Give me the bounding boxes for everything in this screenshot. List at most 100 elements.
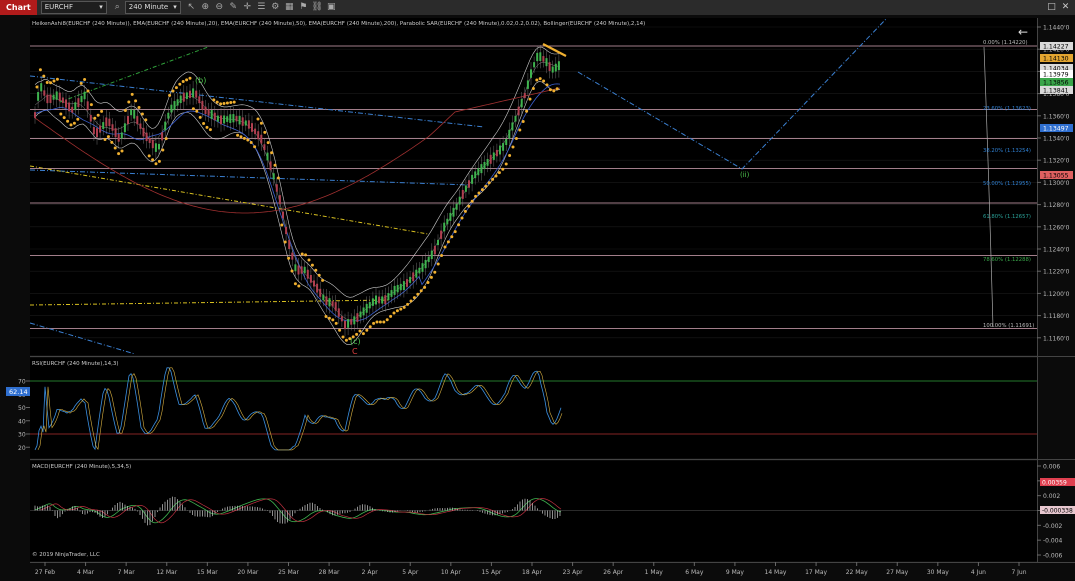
candle-body <box>353 316 356 325</box>
candle-body <box>105 117 108 127</box>
candle-body <box>396 284 399 293</box>
candle-body <box>480 164 483 174</box>
sar-dot <box>66 119 70 123</box>
time-axis-label: 23 Apr <box>563 569 583 576</box>
link-icon[interactable]: ⛓ <box>311 0 324 15</box>
fib-level-label: 61.80% (1.12657) <box>983 214 1031 220</box>
sar-dot <box>341 335 345 339</box>
price-axis-label: 1.1340'0 <box>1043 136 1070 143</box>
candle-body <box>334 302 337 311</box>
instrument-selector[interactable]: EURCHF ▾ <box>40 1 107 14</box>
candle-body <box>347 319 350 328</box>
sar-dot <box>429 275 433 279</box>
candle-body <box>86 101 89 111</box>
time-axis-label: 9 May <box>726 569 745 576</box>
sar-dot <box>504 162 508 166</box>
candle-body <box>393 285 396 295</box>
candle-body <box>65 99 67 108</box>
wave-label-c-upper: C <box>352 347 358 356</box>
candle-body <box>235 116 238 122</box>
candle-body <box>356 313 359 322</box>
candle-body <box>61 97 64 103</box>
back-arrow-icon[interactable]: ← <box>1018 25 1028 39</box>
candle-body <box>455 203 458 210</box>
crosshair-icon[interactable]: ✛ <box>241 0 254 15</box>
candle-body <box>322 294 325 301</box>
close-icon[interactable]: ✕ <box>1059 0 1072 15</box>
data-box-icon[interactable]: ▦ <box>283 0 296 15</box>
candle-body <box>92 126 95 135</box>
candle-body <box>223 115 226 124</box>
sar-dot <box>242 136 246 140</box>
candle-body <box>247 120 250 129</box>
sar-dot <box>263 130 267 134</box>
candle-body <box>412 272 415 282</box>
sar-dot <box>198 115 202 119</box>
rsi-value-tag: 62.14 <box>9 388 28 396</box>
sar-dot <box>304 253 308 257</box>
time-axis-label: 17 May <box>805 569 827 576</box>
sar-dot <box>137 105 141 109</box>
sar-dot <box>487 181 491 185</box>
candle-body <box>371 298 374 306</box>
sar-dot <box>314 268 318 272</box>
sar-dot <box>86 89 90 93</box>
candle-body <box>216 115 219 122</box>
instrument-dropdown-icon[interactable]: ▾ <box>99 2 103 13</box>
interval-dropdown-icon[interactable]: ▾ <box>173 2 177 13</box>
candle-body <box>359 311 362 318</box>
sar-dot <box>191 107 195 111</box>
save-icon[interactable]: ▣ <box>325 0 338 15</box>
sar-dot <box>307 258 311 262</box>
candle-body <box>486 159 489 166</box>
strategy-icon[interactable]: ⚙ <box>269 0 282 15</box>
candle-body <box>226 116 229 122</box>
chart-toolbar: Chart EURCHF ▾ ⌕ 240 Minute ▾ ↖ ⊕ ⊖ ✎ ✛ … <box>0 0 1075 16</box>
zoom-in-icon[interactable]: ⊕ <box>199 0 212 15</box>
time-axis-label: 6 May <box>685 569 704 576</box>
sar-dot <box>181 79 185 83</box>
sar-dot <box>321 278 325 282</box>
candle-body <box>210 109 213 119</box>
sar-dot <box>178 82 182 86</box>
candle-body <box>542 56 545 62</box>
sar-dot <box>409 299 413 303</box>
sar-dot <box>232 100 236 104</box>
sar-dot <box>317 273 321 277</box>
sar-dot <box>433 270 437 274</box>
sar-dot <box>62 116 66 120</box>
candle-body <box>161 132 164 141</box>
candle-body <box>220 115 222 125</box>
drawing-tool-icon[interactable]: ✎ <box>227 0 240 15</box>
price-axis-label: 1.1440'0 <box>1043 25 1070 32</box>
candle-body <box>406 279 408 287</box>
candle-body <box>517 106 520 116</box>
maximize-icon[interactable]: □ <box>1045 0 1058 15</box>
interval-selector[interactable]: 240 Minute ▾ <box>124 1 181 14</box>
zoom-out-icon[interactable]: ⊖ <box>213 0 226 15</box>
candle-body <box>523 92 526 99</box>
chart-tab[interactable]: Chart <box>0 0 37 15</box>
time-axis-label: 5 Apr <box>402 569 419 576</box>
time-axis-label: 25 Mar <box>278 569 299 576</box>
sar-dot <box>123 109 127 112</box>
properties-icon[interactable]: ☰ <box>255 0 268 15</box>
sar-dot <box>195 109 199 113</box>
macd-value-tag: 0.00359 <box>1042 480 1067 487</box>
sar-dot <box>208 128 212 132</box>
candle-body <box>548 62 551 71</box>
chart-canvas[interactable]: 1.1440'01.1420'01.1400'01.1380'01.1360'0… <box>0 15 1075 581</box>
wave-label-b: (b) <box>195 76 206 85</box>
sar-dot <box>531 87 535 90</box>
sar-dot <box>382 320 386 324</box>
sar-dot <box>259 121 263 125</box>
sar-dot <box>484 184 488 188</box>
pointer-icon[interactable]: ↖ <box>185 0 198 15</box>
price-tag: 1.13856 <box>1043 80 1069 87</box>
sar-dot <box>69 123 73 127</box>
alert-icon[interactable]: ⚑ <box>297 0 310 15</box>
price-tag: 1.13979 <box>1043 72 1069 79</box>
sar-dot <box>477 191 481 195</box>
search-icon[interactable]: ⌕ <box>111 0 124 15</box>
candle-body <box>331 301 334 307</box>
